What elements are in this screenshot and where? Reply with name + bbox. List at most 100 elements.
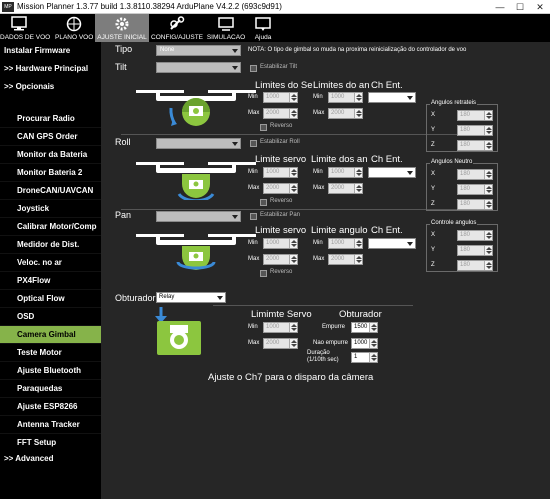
control-z-input[interactable]: 180 — [457, 260, 493, 271]
tilt-angle-max-input[interactable]: 2000 — [328, 108, 363, 119]
control-x-label: X — [431, 232, 436, 238]
sidebar-item-bluetooth[interactable]: Ajuste Bluetooth — [0, 362, 101, 380]
control-y-input[interactable]: 180 — [457, 245, 493, 256]
sidebar-item-camera-gimbal[interactable]: Camera Gimbal — [0, 326, 101, 344]
stabilize-pan-checkbox[interactable] — [250, 213, 257, 220]
close-button[interactable]: ✕ — [530, 0, 550, 14]
sidebar-advanced[interactable]: >> Advanced — [0, 450, 101, 468]
stabilize-tilt-label: Estabilizar Tilt — [260, 64, 298, 70]
sidebar-item-airspeed[interactable]: Veloc. no ar — [0, 254, 101, 272]
retract-z-label: Z — [431, 142, 435, 148]
shutter-duration-value: 1 — [354, 354, 358, 360]
menu-flight-plan[interactable]: PLANO VOO — [55, 14, 93, 42]
shutter-type-select[interactable]: Relay — [156, 292, 226, 303]
sidebar-item-battery-monitor-2[interactable]: Monitor Bateria 2 — [0, 164, 101, 182]
tilt-servo-max-value: 2000 — [266, 110, 280, 116]
tilt-label: Tilt — [115, 62, 127, 72]
retract-y-value: 180 — [460, 127, 471, 133]
control-x-input[interactable]: 180 — [457, 230, 493, 241]
shutter-servo-min-input[interactable]: 1000 — [263, 322, 298, 333]
tilt-servo-max-label: Max — [248, 110, 260, 116]
sidebar-item-rangefinder[interactable]: Medidor de Dist. — [0, 236, 101, 254]
sidebar-item-optical-flow[interactable]: Optical Flow — [0, 290, 101, 308]
sidebar-optional-hardware[interactable]: >> Opcionais — [0, 78, 101, 96]
spinner-icon — [289, 93, 297, 102]
tilt-input-channel-select[interactable] — [368, 92, 416, 103]
pan-servo-select[interactable] — [156, 211, 241, 222]
gimbal-type-select[interactable]: None — [156, 45, 241, 56]
sidebar-item-motor-test[interactable]: Teste Motor — [0, 344, 101, 362]
retract-y-label: Y — [431, 127, 436, 133]
sidebar-item-compassmot[interactable]: Calibrar Motor/Comp — [0, 218, 101, 236]
pan-angle-min-input[interactable]: 1000 — [328, 238, 363, 249]
sidebar-item-can-gps[interactable]: CAN GPS Order — [0, 128, 101, 146]
roll-servo-min-label: Min — [248, 169, 258, 175]
tilt-servo-max-input[interactable]: 2000 — [263, 108, 298, 119]
roll-angle-max-label: Max — [313, 185, 325, 191]
roll-input-channel-select[interactable] — [368, 167, 416, 178]
menu-initial-setup[interactable]: AJUSTE INICIAL — [95, 14, 149, 42]
minimize-button[interactable]: — — [490, 0, 510, 14]
menu-flight-data[interactable]: DADOS DE VOO — [0, 14, 50, 42]
stabilize-tilt-checkbox[interactable] — [250, 65, 257, 72]
sidebar-install-firmware[interactable]: Instalar Firmware — [0, 42, 101, 60]
tilt-angle-min-label: Min — [313, 94, 323, 100]
sidebar-item-joystick[interactable]: Joystick — [0, 200, 101, 218]
spinner-icon — [289, 255, 297, 264]
shutter-servo-max-input[interactable]: 2000 — [263, 338, 298, 349]
pan-reverse-checkbox[interactable] — [260, 270, 267, 277]
sidebar-mandatory-hardware[interactable]: >> Hardware Principal — [0, 60, 101, 78]
menu-simulation[interactable]: SIMULACAO — [206, 14, 246, 42]
spinner-icon — [289, 323, 297, 332]
roll-reverse-checkbox[interactable] — [260, 199, 267, 206]
shutter-nopush-input[interactable]: 1000 — [351, 338, 378, 349]
tilt-servo-min-input[interactable]: 1000 — [263, 92, 298, 103]
pan-servo-min-input[interactable]: 1000 — [263, 238, 298, 249]
neutral-x-input[interactable]: 180 — [457, 169, 493, 180]
shutter-label: Obturador — [115, 293, 156, 303]
spinner-icon — [484, 141, 492, 150]
stabilize-roll-checkbox[interactable] — [250, 140, 257, 147]
chevron-down-icon — [217, 296, 223, 300]
shutter-push-input[interactable]: 1500 — [351, 322, 378, 333]
neutral-y-input[interactable]: 180 — [457, 184, 493, 195]
roll-servo-select[interactable] — [156, 138, 241, 149]
tilt-angle-min-input[interactable]: 1000 — [328, 92, 363, 103]
sidebar-item-dronecan[interactable]: DroneCAN/UAVCAN — [0, 182, 101, 200]
tilt-angle-max-label: Max — [313, 110, 325, 116]
roll-servo-max-input[interactable]: 2000 — [263, 183, 298, 194]
roll-angle-max-input[interactable]: 2000 — [328, 183, 363, 194]
shutter-duration-input[interactable]: 1 — [351, 352, 378, 363]
spinner-icon — [289, 339, 297, 348]
sidebar-item-px4flow[interactable]: PX4Flow — [0, 272, 101, 290]
roll-servo-min-input[interactable]: 1000 — [263, 167, 298, 178]
retract-angles-title: Angulos retrateis — [430, 100, 478, 106]
menu-label: PLANO VOO — [55, 34, 94, 41]
neutral-z-input[interactable]: 180 — [457, 199, 493, 210]
sidebar-item-battery-monitor[interactable]: Monitor da Bateria — [0, 146, 101, 164]
control-y-value: 180 — [460, 247, 471, 253]
spinner-icon — [484, 126, 492, 135]
retract-x-input[interactable]: 180 — [457, 110, 493, 121]
menu-config-tuning[interactable]: CONFIG/AJUSTE — [151, 14, 203, 42]
pan-input-channel-select[interactable] — [368, 238, 416, 249]
menu-help[interactable]: Ajuda — [248, 14, 278, 42]
pan-gimbal-illustration-icon — [136, 234, 256, 270]
retract-z-input[interactable]: 180 — [457, 140, 493, 151]
pan-angle-max-input[interactable]: 2000 — [328, 254, 363, 265]
retract-y-input[interactable]: 180 — [457, 125, 493, 136]
sidebar-item-radio[interactable]: Procurar Radio — [0, 110, 101, 128]
control-z-label: Z — [431, 262, 435, 268]
pan-servo-max-input[interactable]: 2000 — [263, 254, 298, 265]
spinner-icon — [484, 111, 492, 120]
sidebar-item-parachute[interactable]: Paraquedas — [0, 380, 101, 398]
roll-angle-limits-header: Limite dos an — [311, 154, 368, 165]
tilt-reverse-checkbox[interactable] — [260, 124, 267, 131]
roll-gimbal-illustration-icon — [136, 162, 256, 200]
shutter-nopush-value: 1000 — [354, 340, 368, 346]
roll-angle-min-input[interactable]: 1000 — [328, 167, 363, 178]
sidebar-item-antenna-tracker[interactable]: Antenna Tracker — [0, 416, 101, 434]
sidebar-item-esp8266[interactable]: Ajuste ESP8266 — [0, 398, 101, 416]
sidebar-item-osd[interactable]: OSD — [0, 308, 101, 326]
maximize-button[interactable]: ☐ — [510, 0, 530, 14]
